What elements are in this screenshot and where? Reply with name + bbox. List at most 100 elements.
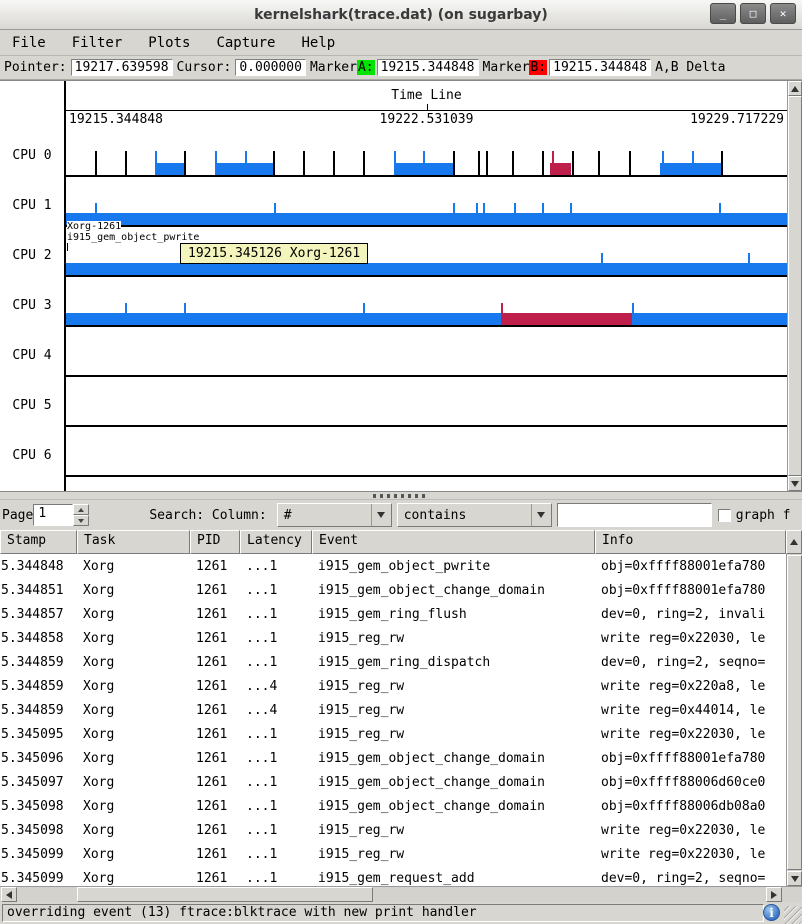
table-row[interactable]: 5.344857Xorg1261...1i915_gem_ring_flushd… — [0, 602, 786, 626]
chevron-down-icon[interactable] — [371, 504, 391, 526]
table-scroll-up-icon[interactable] — [786, 530, 802, 554]
table-cell: 1261 — [190, 631, 240, 646]
task-block — [550, 163, 571, 175]
chevron-down-icon[interactable] — [531, 504, 551, 526]
graph-panel: CPU 0CPU 1CPU 2CPU 3CPU 4CPU 5CPU 6 Time… — [0, 80, 802, 492]
menu-item-capture[interactable]: Capture — [214, 33, 277, 53]
table-cell: 1261 — [190, 703, 240, 718]
table-cell: dev=0, ring=2, seqno= — [595, 655, 786, 670]
splitter-handle-icon[interactable] — [373, 494, 429, 498]
search-input[interactable] — [557, 503, 712, 527]
table-cell: Xorg — [77, 559, 190, 574]
table-cell: Xorg — [77, 607, 190, 622]
table-cell: 5.344851 — [0, 583, 77, 598]
graph-follows-checkbox[interactable] — [718, 509, 731, 522]
table-cell: write reg=0x22030, le — [595, 631, 786, 646]
page-label: Page — [2, 508, 33, 523]
column-header-info[interactable]: Info — [595, 530, 786, 554]
page-spinner[interactable]: 1 — [33, 504, 89, 526]
page-input[interactable]: 1 — [33, 504, 73, 526]
timeline-canvas[interactable]: Time Line 19215.344848 19222.531039 1922… — [66, 81, 787, 491]
table-cell: 1261 — [190, 679, 240, 694]
match-select[interactable]: contains — [397, 503, 552, 527]
cpu-row-2[interactable]: Xorg-1261i915_gem_object_pwrite — [66, 227, 787, 277]
cpu-row-0[interactable] — [66, 127, 787, 177]
table-cell: ...1 — [240, 871, 312, 886]
close-button[interactable]: ✕ — [770, 3, 796, 24]
event-tick — [598, 151, 600, 175]
event-tick — [486, 151, 488, 175]
table-row[interactable]: 5.345097Xorg1261...1i915_gem_object_chan… — [0, 770, 786, 794]
titlebar: kernelshark(trace.dat) (on sugarbay) _□✕ — [0, 0, 802, 30]
cpu-row-1[interactable] — [66, 177, 787, 227]
table-cell: ...1 — [240, 799, 312, 814]
marker-a-label: Marker — [308, 60, 357, 75]
table-cell: ...1 — [240, 847, 312, 862]
window-title: kernelshark(trace.dat) (on sugarbay) — [254, 7, 548, 23]
scroll-up-icon[interactable] — [788, 81, 802, 96]
table-cell: i915_gem_request_add — [312, 871, 595, 886]
table-scrollbar-thumb[interactable] — [787, 555, 802, 870]
menu-item-filter[interactable]: Filter — [70, 33, 125, 53]
table-cell: 5.344858 — [0, 631, 77, 646]
cpu-row-3[interactable] — [66, 277, 787, 327]
menu-item-help[interactable]: Help — [299, 33, 337, 53]
cpu-row-4[interactable] — [66, 327, 787, 377]
event-tick — [542, 151, 544, 175]
info-icon[interactable]: i — [763, 904, 780, 921]
table-row[interactable]: 5.345096Xorg1261...1i915_gem_object_chan… — [0, 746, 786, 770]
menu-item-plots[interactable]: Plots — [146, 33, 192, 53]
graph-scrollbar-thumb[interactable] — [788, 96, 802, 476]
table-cell: ...1 — [240, 751, 312, 766]
column-select[interactable]: # — [277, 503, 392, 527]
table-row[interactable]: 5.344859Xorg1261...4i915_reg_rwwrite reg… — [0, 674, 786, 698]
pane-splitter[interactable] — [0, 492, 802, 500]
column-header-event[interactable]: Event — [312, 530, 595, 554]
spin-up-icon[interactable] — [73, 504, 89, 515]
table-cell: 1261 — [190, 823, 240, 838]
menu-item-file[interactable]: File — [10, 33, 48, 53]
table-row[interactable]: 5.345099Xorg1261...1i915_reg_rwwrite reg… — [0, 842, 786, 866]
scroll-left-icon[interactable] — [1, 887, 17, 902]
graph-vertical-scrollbar[interactable] — [787, 81, 802, 491]
table-row[interactable]: 5.345098Xorg1261...1i915_gem_object_chan… — [0, 794, 786, 818]
cpu-row-6[interactable] — [66, 427, 787, 477]
spin-down-icon[interactable] — [73, 515, 89, 526]
table-cell: i915_gem_object_change_domain — [312, 751, 595, 766]
table-row[interactable]: 5.344848Xorg1261...1i915_gem_object_pwri… — [0, 554, 786, 578]
table-row[interactable]: 5.344858Xorg1261...1i915_reg_rwwrite reg… — [0, 626, 786, 650]
minimize-button[interactable]: _ — [710, 3, 736, 24]
timeline-title: Time Line — [391, 88, 461, 103]
column-header-pid[interactable]: PID — [190, 530, 240, 554]
table-row[interactable]: 5.345095Xorg1261...1i915_reg_rwwrite reg… — [0, 722, 786, 746]
table-row[interactable]: 5.344859Xorg1261...1i915_gem_ring_dispat… — [0, 650, 786, 674]
task-block — [394, 163, 453, 175]
cpu-3-task-bar — [66, 313, 787, 325]
table-row[interactable]: 5.344851Xorg1261...1i915_gem_object_chan… — [0, 578, 786, 602]
table-row[interactable]: 5.345099Xorg1261...1i915_gem_request_add… — [0, 866, 786, 886]
scroll-down-icon[interactable] — [788, 476, 802, 491]
hscrollbar-thumb[interactable] — [77, 887, 373, 902]
cpu-row-5[interactable] — [66, 377, 787, 427]
scroll-right-icon[interactable] — [766, 887, 782, 902]
maximize-button[interactable]: □ — [740, 3, 766, 24]
table-row[interactable]: 5.345098Xorg1261...1i915_reg_rwwrite reg… — [0, 818, 786, 842]
table-cell: i915_reg_rw — [312, 823, 595, 838]
cursor-label: Cursor: — [175, 60, 234, 75]
event-tick — [363, 151, 365, 175]
table-vertical-scrollbar[interactable] — [786, 554, 802, 886]
resize-grip-icon[interactable] — [784, 906, 802, 924]
column-header-stamp[interactable]: Stamp — [0, 530, 77, 554]
table-scroll-down-icon[interactable] — [787, 871, 802, 886]
table-cell: 1261 — [190, 775, 240, 790]
event-tick — [721, 151, 723, 175]
table-cell: ...1 — [240, 823, 312, 838]
table-cell: 5.344848 — [0, 559, 77, 574]
table-row[interactable]: 5.344859Xorg1261...4i915_reg_rwwrite reg… — [0, 698, 786, 722]
table-cell: i915_reg_rw — [312, 727, 595, 742]
column-header-task[interactable]: Task — [77, 530, 190, 554]
column-header-latency[interactable]: Latency — [240, 530, 312, 554]
table-horizontal-scrollbar[interactable] — [0, 886, 802, 902]
delta-label: A,B Delta — [653, 60, 727, 75]
table-header: Stamp Task PID Latency Event Info — [0, 530, 802, 554]
